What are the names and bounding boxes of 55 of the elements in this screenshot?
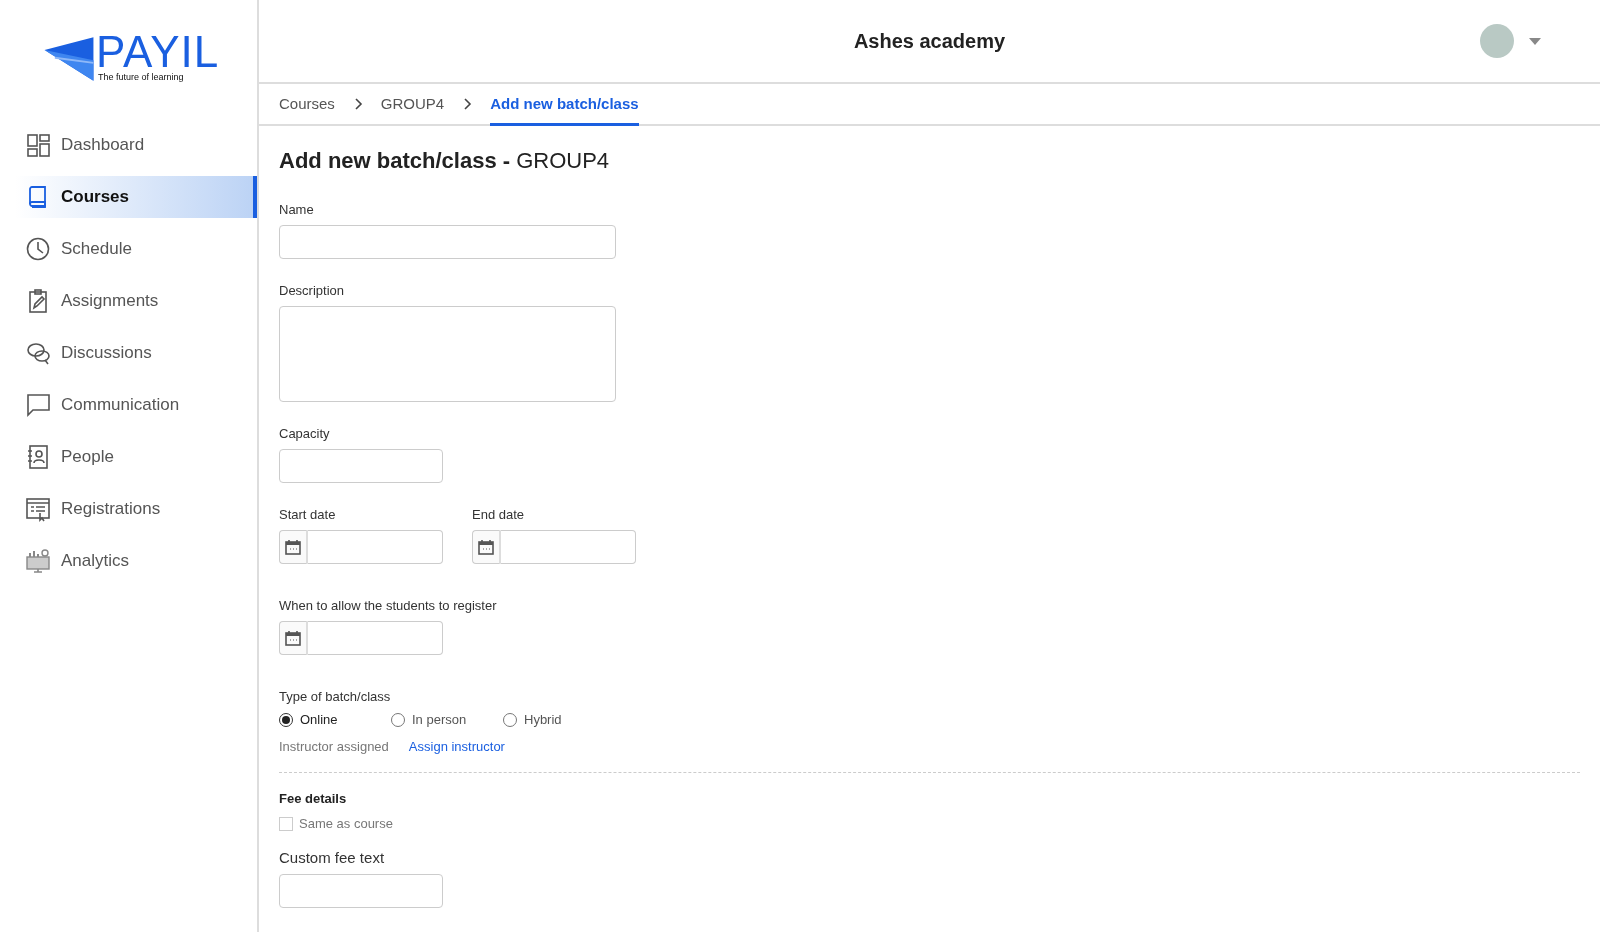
monitor-chart-icon: [25, 548, 51, 574]
instructor-label: Instructor assigned: [279, 739, 389, 754]
contact-book-icon: [25, 444, 51, 470]
field-label: Start date: [279, 507, 337, 522]
grid-icon: [25, 132, 51, 158]
nav-item[interactable]: Discussions: [15, 332, 257, 374]
calendar-icon: [284, 538, 302, 556]
nav-item[interactable]: People: [15, 436, 257, 478]
nav-item[interactable]: Schedule: [15, 228, 257, 270]
field-label: Description: [279, 283, 346, 298]
calendar-icon: [284, 629, 302, 647]
nav-item[interactable]: Assignments: [15, 280, 257, 322]
academy-title: Ashes academy: [852, 29, 1007, 53]
nav-item[interactable]: Communication: [15, 384, 257, 426]
number-field[interactable]: [279, 449, 443, 483]
caret-icon: [1528, 36, 1542, 46]
breadcrumb-link[interactable]: Courses: [279, 84, 335, 126]
calendar-button[interactable]: [279, 621, 308, 655]
nav-item[interactable]: Registrations: [15, 488, 257, 530]
text-field[interactable]: [279, 225, 616, 259]
chevron-right-icon: [462, 97, 473, 111]
section-heading: Fee details: [279, 791, 348, 806]
nav-item[interactable]: Analytics: [15, 540, 257, 582]
description-field[interactable]: [279, 306, 616, 402]
nav-item[interactable]: Dashboard: [15, 124, 257, 166]
logo-wordmark: PAYIL: [96, 32, 220, 72]
calendar-button[interactable]: [472, 530, 501, 564]
form-icon: [25, 496, 51, 522]
field-label: Type of batch/class: [279, 689, 392, 704]
chat-bubbles-icon: [25, 340, 51, 366]
date-field[interactable]: [501, 530, 636, 564]
radio-label: Online: [300, 712, 338, 727]
custom-fee-field[interactable]: [279, 874, 443, 908]
field-label: Custom fee text: [279, 849, 386, 866]
field-label: When to allow the students to register: [279, 598, 497, 613]
field-label: Name: [279, 202, 315, 217]
speech-bubble-icon: [25, 392, 51, 418]
logo-tagline: The future of learning: [98, 72, 185, 82]
chevron-right-icon: [352, 97, 363, 111]
breadcrumb-link[interactable]: Add new batch/class: [490, 84, 639, 126]
field-label: End date: [472, 507, 526, 522]
radio-label: In person: [412, 712, 467, 727]
field-label: Capacity: [279, 426, 331, 441]
checkbox[interactable]: [279, 816, 293, 831]
assign-instructor-link[interactable]: Assign instructor: [408, 739, 505, 754]
clock-icon: [25, 236, 51, 262]
page-title: Add new batch/class - GROUP4: [279, 148, 611, 174]
breadcrumb-link[interactable]: GROUP4: [380, 84, 445, 126]
calendar-button[interactable]: [279, 530, 308, 564]
radio-label: Hybrid: [524, 712, 562, 727]
checkbox-label: Same as course: [299, 816, 393, 831]
date-field[interactable]: [308, 530, 443, 564]
date-field[interactable]: [308, 621, 443, 655]
avatar[interactable]: [1480, 24, 1514, 58]
calendar-icon: [477, 538, 495, 556]
